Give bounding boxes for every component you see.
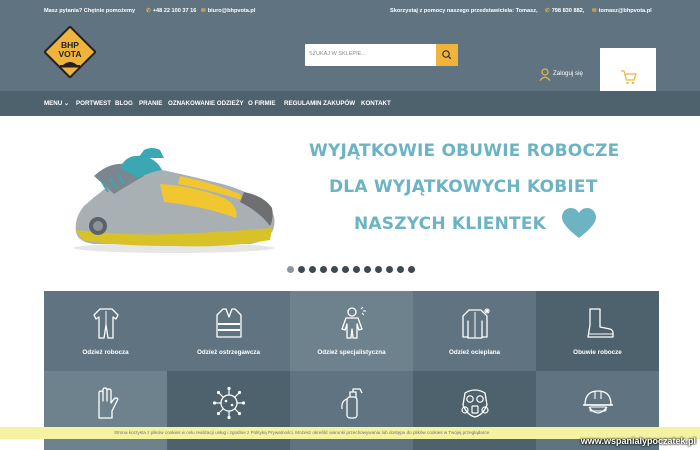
nav-item-kontakt[interactable]: KONTAKT bbox=[361, 100, 391, 107]
heart-icon bbox=[562, 208, 596, 238]
help-question-text: Masz pytania? Chętnie pomożemy bbox=[44, 8, 136, 14]
nav-item-oznakowanie[interactable]: OZNAKOWANIE ODZIEŻY bbox=[168, 100, 244, 107]
slider-dot[interactable] bbox=[342, 266, 349, 273]
hero-headline-1: WYJĄTKOWIE OBUWIE ROBOCZE bbox=[309, 141, 620, 161]
hero-slider: WYJĄTKOWIE OBUWIE ROBOCZE DLA WYJĄTKOWYC… bbox=[0, 116, 700, 291]
category-tile-odziez-robocza[interactable]: Odzież robocza bbox=[44, 291, 167, 371]
work-shoe-image bbox=[74, 148, 275, 253]
nav-item-portwest[interactable]: PORTWEST bbox=[76, 100, 111, 107]
representative-text: Skorzystaj z pomocy naszego przedstawici… bbox=[390, 8, 538, 14]
slider-dot[interactable] bbox=[309, 266, 316, 273]
category-label: Odzież specjalistyczna bbox=[317, 349, 386, 356]
category-tile-odziez-specjalistyczna[interactable]: Odzież specjalistyczna bbox=[290, 291, 413, 371]
hero-headline-3: NASZYCH KLIENTEK bbox=[354, 214, 547, 234]
user-icon bbox=[539, 68, 551, 81]
cookie-notice-text: Strona korzysta z plików cookies w celu … bbox=[114, 430, 491, 435]
phone-icon: ✆ bbox=[146, 8, 151, 14]
slider-dot[interactable] bbox=[331, 266, 338, 273]
slider-dot[interactable] bbox=[397, 266, 404, 273]
phone-icon: ✆ bbox=[545, 8, 550, 14]
rep-phone-link[interactable]: ✆ 798 830 882, bbox=[545, 8, 584, 14]
slider-dot[interactable] bbox=[298, 266, 305, 273]
category-tile-obuwie-robocze[interactable]: Obuwie robocze bbox=[536, 291, 659, 371]
search-icon bbox=[442, 50, 452, 60]
category-label: Odzież ostrzegawcza bbox=[197, 349, 260, 356]
category-tile-odziez-ostrzegawcza[interactable]: Odzież ostrzegawcza bbox=[167, 291, 290, 371]
site-header: BHP VOTA SZUKAJ W SKLEPIE... Zaloguj się bbox=[0, 22, 700, 104]
phone-number: +48 22 100 37 16 bbox=[152, 8, 197, 14]
category-label: Obuwie robocze bbox=[573, 349, 622, 356]
gas-mask-icon bbox=[461, 389, 489, 418]
fire-extinguisher-icon bbox=[341, 388, 363, 419]
bhp-vota-logo[interactable]: BHP VOTA bbox=[43, 25, 97, 79]
hard-hat-icon bbox=[583, 390, 613, 414]
nav-item-blog[interactable]: BLOG bbox=[115, 100, 133, 107]
rep-email-link[interactable]: ✉ tomasz@bhpvota.pl bbox=[592, 8, 652, 14]
winter-jacket-icon bbox=[462, 308, 490, 339]
glove-icon bbox=[98, 387, 119, 419]
search-button[interactable] bbox=[436, 44, 458, 66]
login-link[interactable]: Zaloguj się bbox=[539, 68, 583, 82]
login-label: Zaloguj się bbox=[553, 70, 583, 77]
category-tile-odziez-ocieplana[interactable]: Odzież ocieplana bbox=[413, 291, 536, 371]
slider-dot[interactable] bbox=[364, 266, 371, 273]
chevron-down-icon: ⌄ bbox=[63, 100, 70, 107]
search-input[interactable]: SZUKAJ W SKLEPIE... bbox=[309, 51, 366, 57]
main-navigation: MENU ⌄ PORTWEST BLOG PRANIE OZNAKOWANIE … bbox=[0, 91, 700, 116]
slider-dot[interactable] bbox=[320, 266, 327, 273]
nav-menu-label: MENU bbox=[44, 100, 63, 107]
slider-dot[interactable] bbox=[353, 266, 360, 273]
hazmat-suit-icon bbox=[341, 306, 366, 339]
nav-item-menu[interactable]: MENU ⌄ bbox=[44, 100, 69, 107]
slider-dot[interactable] bbox=[408, 266, 415, 273]
nav-item-pranie[interactable]: PRANIE bbox=[139, 100, 162, 107]
mail-icon: ✉ bbox=[592, 8, 597, 14]
category-label: Odzież ocieplana bbox=[448, 349, 501, 356]
phone-link[interactable]: ✆ +48 22 100 37 16 bbox=[146, 8, 196, 14]
virus-icon bbox=[212, 386, 246, 420]
slider-dot[interactable] bbox=[375, 266, 382, 273]
rep-email-address: tomasz@bhpvota.pl bbox=[598, 8, 652, 14]
mail-icon: ✉ bbox=[201, 8, 206, 14]
rep-phone-number: 798 830 882, bbox=[551, 8, 585, 14]
category-label: Odzież robocza bbox=[82, 349, 129, 356]
email-link[interactable]: ✉ biuro@bhpvota.pl bbox=[201, 8, 255, 14]
work-boot-icon bbox=[587, 308, 614, 338]
top-info-bar: Masz pytania? Chętnie pomożemy ✆ +48 22 1… bbox=[0, 0, 700, 22]
nav-item-regulamin[interactable]: REGULAMIN ZAKUPÓW bbox=[284, 100, 355, 107]
slider-dot[interactable] bbox=[386, 266, 393, 273]
watermark-text: www.wspanialypoczatek.pl bbox=[580, 436, 696, 446]
email-address: biuro@bhpvota.pl bbox=[207, 8, 256, 14]
hi-vis-vest-icon bbox=[216, 308, 242, 338]
search-bar: SZUKAJ W SKLEPIE... bbox=[305, 44, 458, 66]
logo-line2: VOTA bbox=[59, 49, 82, 59]
nav-item-o-firmie[interactable]: O FIRMIE bbox=[248, 100, 276, 107]
coverall-icon bbox=[93, 308, 119, 339]
hero-headline-2: DLA WYJĄTKOWYCH KOBIET bbox=[329, 177, 598, 197]
slider-dot[interactable] bbox=[287, 266, 294, 273]
